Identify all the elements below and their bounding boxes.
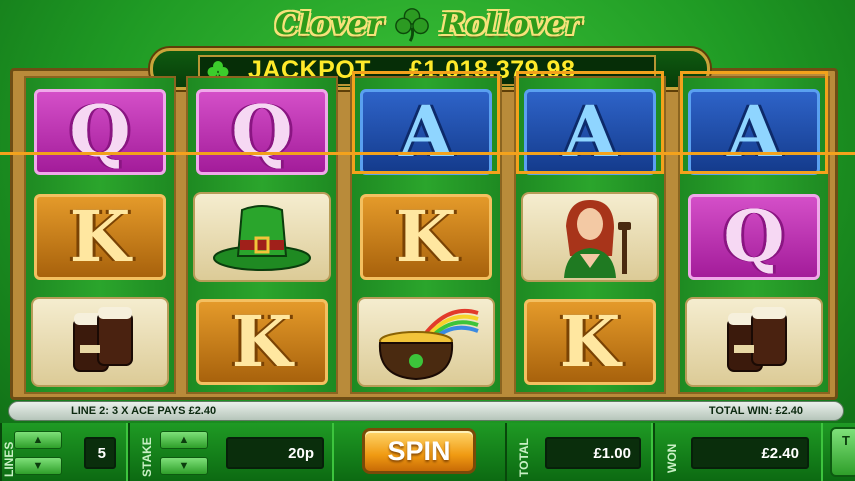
spin-button[interactable]: SPIN <box>362 428 476 474</box>
shamrock-icon <box>394 8 429 42</box>
ale-mugs-icon <box>727 306 787 372</box>
won-amount-display: £2.40 <box>691 437 809 469</box>
symbol-queen: Q <box>34 88 166 175</box>
pot-of-gold-icon <box>378 308 479 380</box>
stake-label: STAKE <box>140 437 154 477</box>
winning-symbol-highlight <box>352 71 500 174</box>
winning-symbol-highlight <box>516 71 664 174</box>
game-logo: Clover Rollover <box>228 2 628 46</box>
reel-cell: Q <box>26 80 174 183</box>
symbol-leprechaun-hat <box>193 191 331 282</box>
reel-cell: K <box>352 185 500 288</box>
stake-value-display: 20p <box>226 437 324 469</box>
symbol-ale-mugs <box>31 296 169 387</box>
irish-lady-icon <box>564 199 631 278</box>
symbol-irish-lady <box>521 191 659 282</box>
line-win-message: LINE 2: 3 X ACE PAYS £2.40 <box>71 405 217 417</box>
won-section: WON £2.40 <box>653 423 823 481</box>
stake-section: STAKE ▲ ▼ 20p <box>128 423 334 481</box>
reel-cell: K <box>188 290 336 392</box>
lines-value-display: 5 <box>84 437 116 469</box>
symbol-king: K <box>196 298 328 385</box>
symbol-pot-of-gold <box>357 296 495 387</box>
lines-decrease-button[interactable]: ▼ <box>14 457 62 475</box>
logo-word-rollover: Rollover <box>440 6 581 42</box>
reel-cell: K <box>516 290 664 392</box>
symbol-king: K <box>34 193 166 280</box>
total-bet-display: £1.00 <box>545 437 641 469</box>
leprechaun-hat-icon <box>213 204 311 271</box>
symbol-ale-mugs <box>685 296 823 387</box>
symbol-king: K <box>360 193 492 280</box>
reel-cell <box>26 290 174 392</box>
reel-cell <box>352 290 500 392</box>
symbol-queen: Q <box>196 88 328 175</box>
reel-cell <box>188 185 336 288</box>
total-section: TOTAL £1.00 <box>505 423 653 481</box>
total-label: TOTAL <box>517 438 531 477</box>
logo-word-clover: Clover <box>275 6 383 42</box>
reel-1: Q K <box>24 76 176 394</box>
reel-cell: Q <box>188 80 336 183</box>
reel-cell <box>680 290 828 392</box>
won-label: WON <box>665 443 679 473</box>
stake-decrease-button[interactable]: ▼ <box>160 457 208 475</box>
stake-increase-button[interactable]: ▲ <box>160 431 208 449</box>
symbol-king: K <box>524 298 656 385</box>
reel-cell: K <box>26 185 174 288</box>
winning-symbol-highlight <box>680 71 828 174</box>
reel-2: Q K <box>186 76 338 394</box>
lines-section: LINES ▲ ▼ 5 <box>0 423 128 481</box>
symbol-queen: Q <box>688 193 820 280</box>
lines-increase-button[interactable]: ▲ <box>14 431 62 449</box>
side-panel-button[interactable]: T <box>830 427 855 477</box>
win-info-bar: LINE 2: 3 X ACE PAYS £2.40 TOTAL WIN: £2… <box>8 401 844 421</box>
control-panel: LINES ▲ ▼ 5 STAKE ▲ ▼ 20p SPIN TOTAL £1.… <box>0 423 855 481</box>
total-win-text: TOTAL WIN: £2.40 <box>708 405 803 417</box>
reel-cell: Q <box>680 185 828 288</box>
ale-mugs-icon <box>73 306 133 372</box>
reel-cell <box>516 185 664 288</box>
